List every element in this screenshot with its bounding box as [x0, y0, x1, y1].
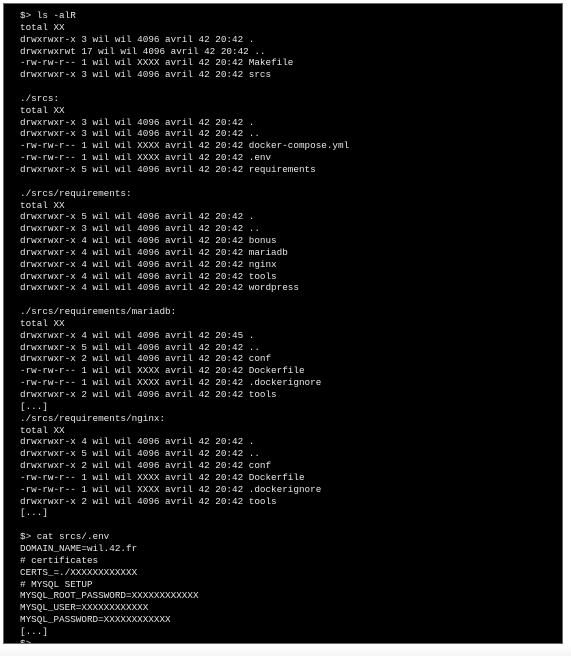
terminal-line: drwxrwxr-x 3 wil wil 4096 avril 42 20:42…	[20, 116, 255, 128]
terminal-line: drwxrwxr-x 4 wil wil 4096 avril 42 20:42…	[20, 282, 299, 294]
terminal-line: drwxrwxr-x 3 wil wil 4096 avril 42 20:42…	[20, 33, 255, 45]
terminal-window[interactable]: $> ls -alR total XX drwxrwxr-x 3 wil wil 4…	[3, 3, 563, 644]
prompt-line: $>	[20, 637, 32, 644]
terminal-line: ./srcs:	[20, 92, 60, 104]
terminal-output: $> ls -alR total XX drwxrwxr-x 3 wil wil 4…	[20, 10, 556, 644]
terminal-line: drwxrwxrwt 17 wil wil 4096 avril 42 20:4…	[20, 45, 266, 57]
terminal-line: DOMAIN_NAME=wil.42.fr	[20, 542, 138, 554]
terminal-line: ./srcs/requirements:	[20, 187, 132, 199]
terminal-line: drwxrwxr-x 4 wil wil 4096 avril 42 20:42…	[20, 270, 277, 282]
terminal-line: CERTS_=./XXXXXXXXXXXX	[20, 566, 138, 578]
terminal-line: # MYSQL SETUP	[20, 578, 93, 590]
terminal-line: total XX	[20, 317, 65, 329]
terminal-line: drwxrwxr-x 5 wil wil 4096 avril 42 20:42…	[20, 448, 260, 460]
terminal-line: -rw-rw-r-- 1 wil wil XXXX avril 42 20:42…	[20, 57, 294, 69]
terminal-line: drwxrwxr-x 2 wil wil 4096 avril 42 20:42…	[20, 389, 277, 400]
terminal-line: drwxrwxr-x 5 wil wil 4096 avril 42 20:42…	[20, 341, 260, 353]
terminal-line: drwxrwxr-x 3 wil wil 4096 avril 42 20:42…	[20, 69, 272, 81]
terminal-line: MYSQL_ROOT_PASSWORD=XXXXXXXXXXXX	[20, 590, 199, 602]
terminal-line: drwxrwxr-x 2 wil wil 4096 avril 42 20:42…	[20, 460, 272, 472]
terminal-line: total XX	[20, 199, 65, 211]
prompt-line: $> ls -alR	[20, 10, 76, 21]
terminal-line: -rw-rw-r-- 1 wil wil XXXX avril 42 20:42…	[20, 152, 272, 164]
page: $> ls -alR total XX drwxrwxr-x 3 wil wil 4…	[0, 0, 571, 656]
terminal-line: total XX	[20, 424, 65, 436]
terminal-line: MYSQL_USER=XXXXXXXXXXXX	[20, 602, 149, 614]
page-bottom-edge	[0, 646, 571, 656]
terminal-line: -rw-rw-r-- 1 wil wil XXXX avril 42 20:42…	[20, 471, 305, 483]
prompt-line: $> cat srcs/.env	[20, 531, 110, 543]
terminal-line: [...]	[20, 625, 48, 637]
terminal-line: [...]	[20, 400, 48, 412]
terminal-line: total XX	[20, 21, 65, 33]
terminal-line: drwxrwxr-x 4 wil wil 4096 avril 42 20:42…	[20, 246, 288, 258]
terminal-line: drwxrwxr-x 3 wil wil 4096 avril 42 20:42…	[20, 128, 260, 140]
terminal-line: ./srcs/requirements/nginx:	[20, 412, 166, 424]
terminal-line: drwxrwxr-x 4 wil wil 4096 avril 42 20:42…	[20, 436, 255, 448]
terminal-line: drwxrwxr-x 4 wil wil 4096 avril 42 20:45…	[20, 329, 255, 341]
terminal-line: -rw-rw-r-- 1 wil wil XXXX avril 42 20:42…	[20, 377, 322, 389]
terminal-line: -rw-rw-r-- 1 wil wil XXXX avril 42 20:42…	[20, 140, 350, 152]
terminal-line: -rw-rw-r-- 1 wil wil XXXX avril 42 20:42…	[20, 483, 322, 495]
terminal-line: drwxrwxr-x 5 wil wil 4096 avril 42 20:42…	[20, 211, 255, 223]
terminal-line: drwxrwxr-x 4 wil wil 4096 avril 42 20:42…	[20, 258, 277, 270]
terminal-line: MYSQL_PASSWORD=XXXXXXXXXXXX	[20, 614, 171, 626]
terminal-line: total XX	[20, 104, 65, 116]
terminal-line: drwxrwxr-x 3 wil wil 4096 avril 42 20:42…	[20, 223, 260, 235]
terminal-line: drwxrwxr-x 2 wil wil 4096 avril 42 20:42…	[20, 495, 277, 507]
terminal-line: ./srcs/requirements/mariadb:	[20, 306, 177, 318]
terminal-line: drwxrwxr-x 5 wil wil 4096 avril 42 20:42…	[20, 163, 316, 175]
terminal-line: [...]	[20, 507, 48, 519]
terminal-line: # certificates	[20, 554, 99, 566]
terminal-line: drwxrwxr-x 4 wil wil 4096 avril 42 20:42…	[20, 235, 277, 247]
terminal-line: drwxrwxr-x 2 wil wil 4096 avril 42 20:42…	[20, 353, 272, 365]
terminal-line: -rw-rw-r-- 1 wil wil XXXX avril 42 20:42…	[20, 365, 305, 377]
